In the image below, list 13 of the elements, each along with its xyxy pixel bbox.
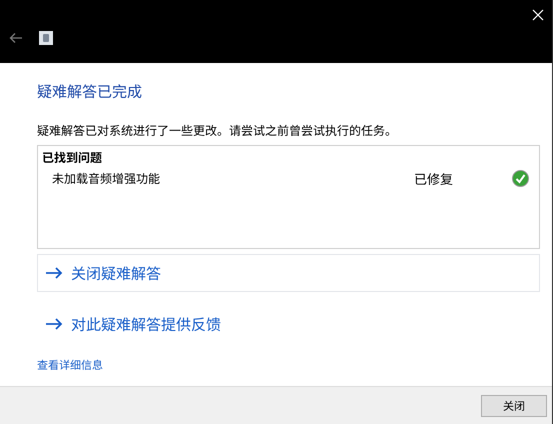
app-icon bbox=[39, 31, 53, 45]
close-icon[interactable] bbox=[530, 7, 546, 23]
description-text: 疑难解答已对系统进行了一些更改。请尝试之前曾尝试执行的任务。 bbox=[37, 122, 398, 139]
problem-name: 未加载音频增强功能 bbox=[52, 170, 162, 187]
action-link[interactable]: 对此疑难解答提供反馈 bbox=[37, 305, 540, 343]
problem-status: 已修复 bbox=[414, 169, 454, 188]
action-link[interactable]: 关闭疑难解答 bbox=[37, 254, 540, 292]
dialog-heading: 疑难解答已完成 bbox=[37, 81, 144, 102]
close-button[interactable]: 关闭 bbox=[481, 394, 547, 416]
arrow-icon bbox=[45, 267, 63, 279]
arrow-icon bbox=[45, 318, 63, 330]
problems-title: 已找到问题 bbox=[42, 149, 104, 166]
details-link[interactable]: 查看详细信息 bbox=[37, 357, 103, 373]
